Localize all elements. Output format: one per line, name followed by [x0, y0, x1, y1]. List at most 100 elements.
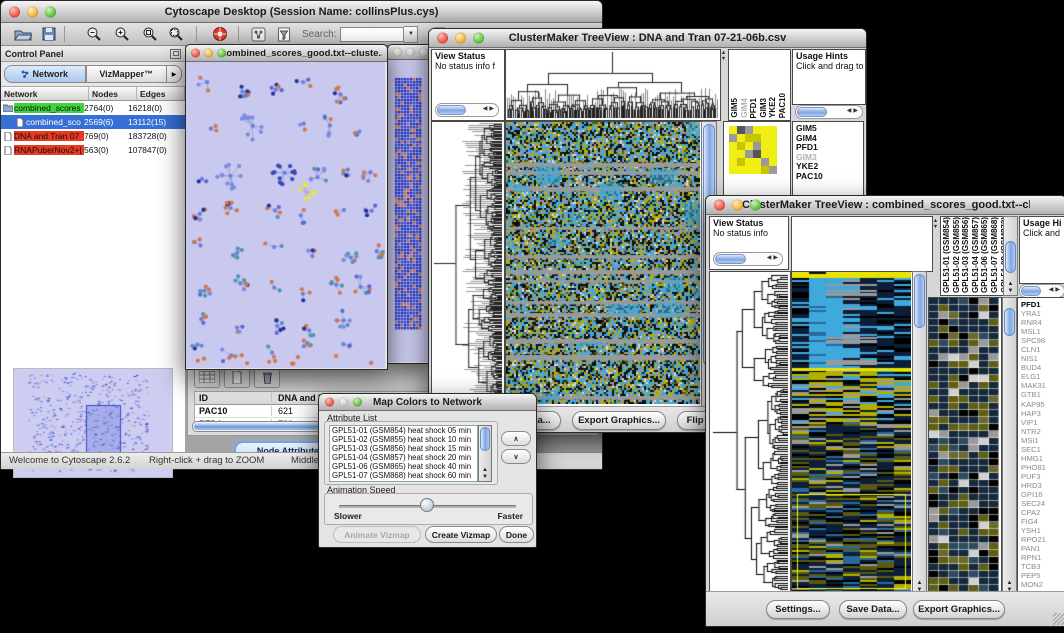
background-network-window[interactable] [387, 44, 434, 364]
desktop-title-bar[interactable]: Cytoscape Desktop (Session Name: collins… [1, 1, 602, 23]
row-dendrogram-canvas[interactable] [432, 122, 502, 404]
move-up-button[interactable]: ∧ [501, 431, 531, 446]
network-row[interactable]: combined_scores 2764(0) 16218(0) [1, 101, 185, 115]
minimize-button[interactable] [339, 398, 348, 407]
view-status-scrollbar[interactable]: ◀▶ [713, 252, 783, 266]
zoom-button[interactable] [750, 200, 761, 211]
float-panel-icon[interactable] [170, 49, 181, 59]
filter-icon[interactable] [274, 25, 294, 43]
column-label: GPL51-03 (GSM856) [962, 217, 971, 293]
network-row[interactable]: DNA and Tran 07 769(0) 183728(0) [1, 129, 185, 143]
save-data-button[interactable]: Save Data... [839, 600, 907, 619]
heatmap-canvas[interactable] [506, 122, 700, 404]
tab-network[interactable]: Network [4, 65, 86, 83]
view-status-scrollbar[interactable]: ◀▶ [435, 103, 499, 117]
close-button[interactable] [191, 49, 200, 58]
close-button[interactable] [437, 33, 448, 44]
close-button[interactable] [9, 6, 20, 17]
resize-grip[interactable] [1053, 613, 1064, 625]
zoom-button[interactable] [419, 48, 428, 57]
col-nodes[interactable]: Nodes [89, 87, 137, 100]
attribute-list-item[interactable]: GPL51-03 (GSM856) heat shock 15 min [330, 444, 477, 453]
minimize-button[interactable] [732, 200, 743, 211]
close-button[interactable] [714, 200, 725, 211]
done-button[interactable]: Done [499, 526, 534, 543]
matrix-cell [729, 126, 737, 134]
zoom-button[interactable] [45, 6, 56, 17]
treeview1-title-bar[interactable]: ClusterMaker TreeView : DNA and Tran 07-… [429, 29, 866, 48]
column-labels-scrollbar[interactable]: ▲▼ [1003, 216, 1018, 296]
heatmap-vscrollbar[interactable]: ▲▼ [912, 271, 927, 595]
network-manager-icon[interactable] [248, 25, 268, 43]
close-button[interactable] [325, 398, 334, 407]
minimize-button[interactable] [455, 33, 466, 44]
network-canvas[interactable] [186, 62, 385, 368]
move-down-button[interactable]: ∨ [501, 449, 531, 464]
minimize-button[interactable] [204, 49, 213, 58]
gene-label-tv2: ELG1 [1021, 372, 1064, 381]
create-vizmap-button[interactable]: Create Vizmap [425, 526, 497, 543]
network-tab-icon [21, 70, 29, 78]
gene-label-tv2: CLN1 [1021, 345, 1064, 354]
settings-button[interactable]: Settings... [766, 600, 830, 619]
matrix-cell [769, 166, 777, 174]
gene-list-scrollbar[interactable]: ▲▼ [1002, 297, 1017, 595]
minimize-button[interactable] [27, 6, 38, 17]
row-dendrogram-canvas[interactable] [710, 272, 788, 592]
zoom-button[interactable] [473, 33, 484, 44]
usage-hints-scrollbar[interactable]: ◀▶ [795, 105, 863, 119]
column-dendrogram-panel [505, 49, 721, 121]
zoom-selected-icon[interactable] [140, 25, 160, 43]
zoom-fit-icon[interactable] [166, 25, 186, 43]
dialog-title-bar[interactable]: Map Colors to Network [319, 394, 536, 411]
network-edges: 107847(0) [128, 145, 185, 155]
network-view-window: combined_scores_good.txt--cluste... [185, 44, 388, 370]
zoom-out-icon[interactable] [84, 25, 104, 43]
attribute-list-item[interactable]: GPL51-01 (GSM854) heat shock 05 min [330, 426, 477, 435]
matrix-cell [769, 158, 777, 166]
column-dendrogram-panel [791, 216, 933, 272]
heatmap-canvas[interactable] [792, 272, 911, 592]
zoom-heatmap-canvas[interactable] [929, 298, 999, 592]
search-input[interactable] [340, 27, 404, 42]
background-network-canvas[interactable] [388, 60, 431, 362]
pane-splitter-arrows[interactable]: ▲▼ [720, 50, 727, 62]
save-session-icon[interactable] [39, 25, 59, 43]
attribute-list-item[interactable]: GPL51-04 (GSM857) heat shock 20 min [330, 453, 477, 462]
attribute-list-item[interactable]: GPL51-07 (GSM868) heat shock 60 min [330, 471, 477, 480]
attribute-list[interactable]: GPL51-01 (GSM854) heat shock 05 min GPL5… [329, 425, 478, 482]
column-dendrogram-canvas[interactable] [506, 50, 718, 118]
animate-vizmap-button[interactable]: Animate Vizmap [333, 526, 421, 543]
usage-hints-scrollbar[interactable]: ◀▶ [1019, 284, 1064, 298]
attribute-list-item[interactable]: GPL51-06 (GSM865) heat shock 40 min [330, 462, 477, 471]
column-label: GIM4 [741, 98, 750, 118]
correlation-matrix[interactable] [729, 126, 777, 174]
tab-overflow-button[interactable]: ▶ [167, 65, 182, 83]
control-panel-header: Control Panel [1, 46, 185, 62]
gene-label-tv2: SPC98 [1021, 336, 1064, 345]
col-network[interactable]: Network [1, 87, 89, 100]
zoom-button[interactable] [353, 398, 362, 407]
network-row[interactable]: RNAPuberNov2+| 563(0) 107847(0) [1, 143, 185, 157]
attribute-list-item[interactable]: GPL51-02 (GSM855) heat shock 10 min [330, 435, 477, 444]
bg-window-title-bar[interactable] [388, 45, 433, 60]
matrix-cell [769, 134, 777, 142]
network-edges: 183728(0) [128, 131, 185, 141]
treeview2-title-bar[interactable]: ClusterMaker TreeView : combined_scores_… [706, 196, 1064, 215]
close-button[interactable] [393, 48, 402, 57]
tab-vizmapper[interactable]: VizMapper™ [86, 65, 168, 83]
attribute-list-scrollbar[interactable]: ▲▼ [478, 425, 492, 482]
search-dropdown-arrow-icon[interactable]: ▼ [404, 26, 418, 43]
export-graphics-button[interactable]: Export Graphics... [913, 600, 1005, 619]
minimize-button[interactable] [406, 48, 415, 57]
network-row-selected[interactable]: combined_sco 2569(6) 13112(15) [1, 115, 185, 129]
network-window-title-bar[interactable]: combined_scores_good.txt--cluste... [186, 45, 387, 62]
pane-splitter-arrows[interactable]: ▲▼ [932, 218, 939, 230]
col-edges[interactable]: Edges [137, 87, 185, 100]
help-lifering-icon[interactable] [210, 25, 230, 43]
export-graphics-button[interactable]: Export Graphics... [572, 411, 666, 430]
open-session-icon[interactable] [13, 25, 33, 43]
zoom-button[interactable] [217, 49, 226, 58]
zoom-in-icon[interactable] [112, 25, 132, 43]
speed-slider-thumb[interactable] [420, 498, 434, 512]
